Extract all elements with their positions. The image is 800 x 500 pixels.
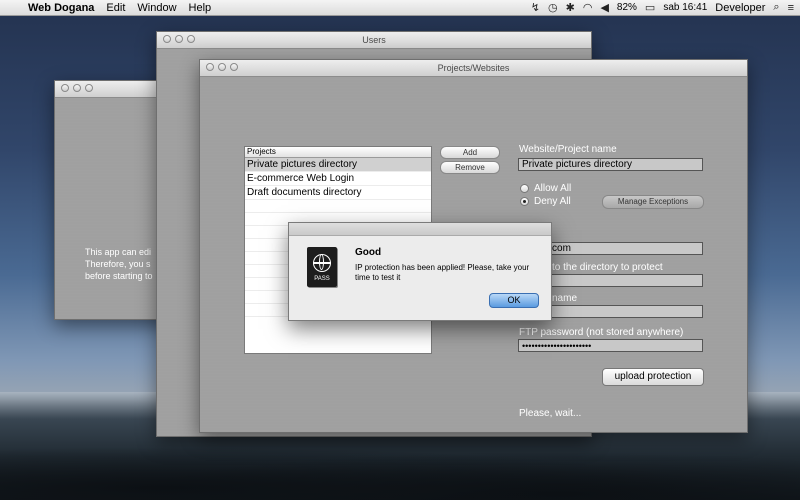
alert-dialog: PASS Good IP protection has been applied…: [288, 222, 552, 321]
empty-row: [245, 200, 431, 213]
minimize-window-icon[interactable]: [175, 35, 183, 43]
menubar-status-area: ↯ ◷ ✱ ◠ ◀ 82% ▭ sab 16:41 Developer ⌕ ≡: [531, 0, 794, 15]
app-menu[interactable]: Web Dogana: [28, 2, 94, 14]
menu-help[interactable]: Help: [189, 2, 212, 14]
menu-edit[interactable]: Edit: [106, 2, 125, 14]
spotlight-search-icon[interactable]: ⌕: [773, 1, 779, 14]
upload-protection-button[interactable]: upload protection: [602, 368, 704, 386]
zoom-window-icon[interactable]: [85, 84, 93, 92]
deny-all-option[interactable]: Deny All: [520, 196, 571, 207]
close-window-icon[interactable]: [61, 84, 69, 92]
projects-column-header[interactable]: Projects: [245, 147, 431, 158]
user-menu[interactable]: Developer: [715, 2, 765, 14]
window-titlebar[interactable]: Users: [157, 32, 591, 49]
desktop-rocks: [0, 440, 800, 500]
menubar-clock[interactable]: sab 16:41: [663, 2, 707, 13]
wifi-icon[interactable]: ◠: [583, 1, 593, 14]
dialog-titlebar: [289, 223, 551, 236]
website-name-label: Website/Project name: [519, 144, 617, 155]
minimize-window-icon[interactable]: [218, 63, 226, 71]
passport-icon: PASS: [307, 247, 337, 287]
ok-button[interactable]: OK: [489, 293, 539, 308]
window-title: Users: [362, 35, 386, 45]
battery-icon[interactable]: ▭: [645, 1, 655, 14]
add-project-button[interactable]: Add: [440, 146, 500, 159]
window-title: Projects/Websites: [437, 63, 510, 73]
window-titlebar[interactable]: Projects/Websites: [200, 60, 747, 77]
volume-icon[interactable]: ◀: [600, 1, 608, 14]
path-label: to the directory to protect: [552, 262, 663, 273]
ftp-password-label: FTP password (not stored anywhere): [519, 327, 684, 338]
allow-all-radio[interactable]: [520, 184, 529, 193]
close-window-icon[interactable]: [163, 35, 171, 43]
menu-window[interactable]: Window: [137, 2, 176, 14]
battery-percent[interactable]: 82%: [617, 2, 637, 13]
allow-all-label: Allow All: [534, 183, 572, 194]
status-text: Please, wait...: [519, 408, 582, 419]
list-item[interactable]: Draft documents directory: [245, 186, 431, 200]
list-item[interactable]: Private pictures directory: [245, 158, 431, 172]
deny-all-radio[interactable]: [520, 197, 529, 206]
list-item[interactable]: E-commerce Web Login: [245, 172, 431, 186]
time-machine-icon[interactable]: ◷: [548, 1, 558, 14]
passport-icon-label: PASS: [314, 276, 330, 282]
ftp-password-field[interactable]: ••••••••••••••••••••••: [518, 339, 703, 352]
menu-bar: Web Dogana Edit Window Help ↯ ◷ ✱ ◠ ◀ 82…: [0, 0, 800, 16]
sync-icon[interactable]: ↯: [531, 1, 540, 14]
zoom-window-icon[interactable]: [230, 63, 238, 71]
deny-all-label: Deny All: [534, 196, 571, 207]
zoom-window-icon[interactable]: [187, 35, 195, 43]
allow-all-option[interactable]: Allow All: [520, 183, 571, 194]
ftp-username-label: name: [552, 293, 578, 304]
dialog-message: IP protection has been applied! Please, …: [355, 263, 530, 282]
remove-project-button[interactable]: Remove: [440, 161, 500, 174]
window-controls: [61, 84, 93, 92]
globe-icon: [313, 254, 331, 272]
notification-list-icon[interactable]: ≡: [788, 2, 794, 14]
minimize-window-icon[interactable]: [73, 84, 81, 92]
window-controls: [163, 35, 195, 43]
manage-exceptions-button[interactable]: Manage Exceptions: [602, 195, 704, 209]
window-controls: [206, 63, 238, 71]
dialog-title: Good: [355, 247, 382, 258]
bluetooth-icon[interactable]: ✱: [566, 1, 575, 14]
close-window-icon[interactable]: [206, 63, 214, 71]
website-name-field[interactable]: Private pictures directory: [518, 158, 703, 171]
